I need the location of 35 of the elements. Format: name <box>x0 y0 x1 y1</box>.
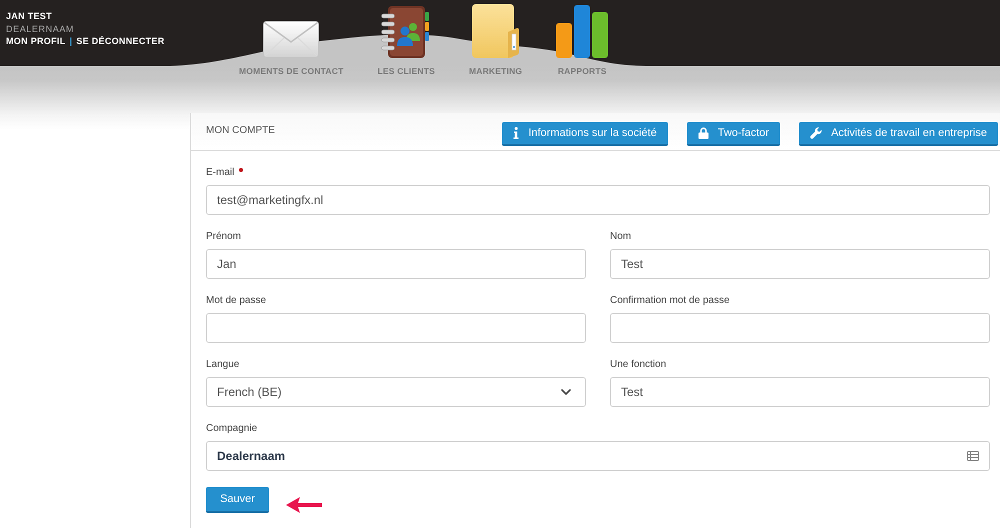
action-button[interactable]: Informations sur la société <box>502 122 668 146</box>
field-label: Compagnie <box>206 423 258 435</box>
field-label: E-mail <box>206 167 234 179</box>
panel-title: MON COMPTE <box>206 125 275 137</box>
password-field[interactable] <box>206 313 586 343</box>
logout-link[interactable]: SE DÉCONNECTER <box>76 35 165 48</box>
dropdown[interactable]: French (BE) <box>206 377 586 407</box>
lookup-field[interactable]: Dealernaam <box>206 441 990 471</box>
link-separator: | <box>70 35 72 48</box>
input-field[interactable]: Test <box>610 249 990 279</box>
field-label: Mot de passe <box>206 295 266 307</box>
input-field[interactable]: test@marketingfx.nl <box>206 185 990 215</box>
envelope-icon <box>263 21 320 58</box>
bar-chart-icon <box>556 5 608 58</box>
field-label: Langue <box>206 359 240 371</box>
field-label: Confirmation mot de passe <box>610 295 730 307</box>
field-label: Nom <box>610 231 632 243</box>
dealer-name: DEALERNAAM <box>6 22 74 35</box>
action-button[interactable]: Activités de travail en entreprise <box>799 122 998 146</box>
list-icon <box>967 451 979 461</box>
save-button[interactable]: Sauver <box>206 487 269 513</box>
action-button[interactable]: Two-factor <box>686 122 780 146</box>
input-field[interactable]: Test <box>610 377 990 407</box>
password-field[interactable] <box>610 313 990 343</box>
chevron-down-icon <box>561 389 571 395</box>
profile-link[interactable]: MON PROFIL <box>6 35 66 48</box>
folder-icon <box>472 4 520 58</box>
user-name: JAN TEST <box>6 10 52 22</box>
address-book-icon <box>381 6 432 58</box>
info-icon <box>513 127 520 139</box>
field-label: Prénom <box>206 231 242 243</box>
field-label: Une fonction <box>610 359 666 371</box>
wrench-icon <box>810 127 822 139</box>
input-field[interactable]: Jan <box>206 249 586 279</box>
lock-icon <box>698 127 709 139</box>
